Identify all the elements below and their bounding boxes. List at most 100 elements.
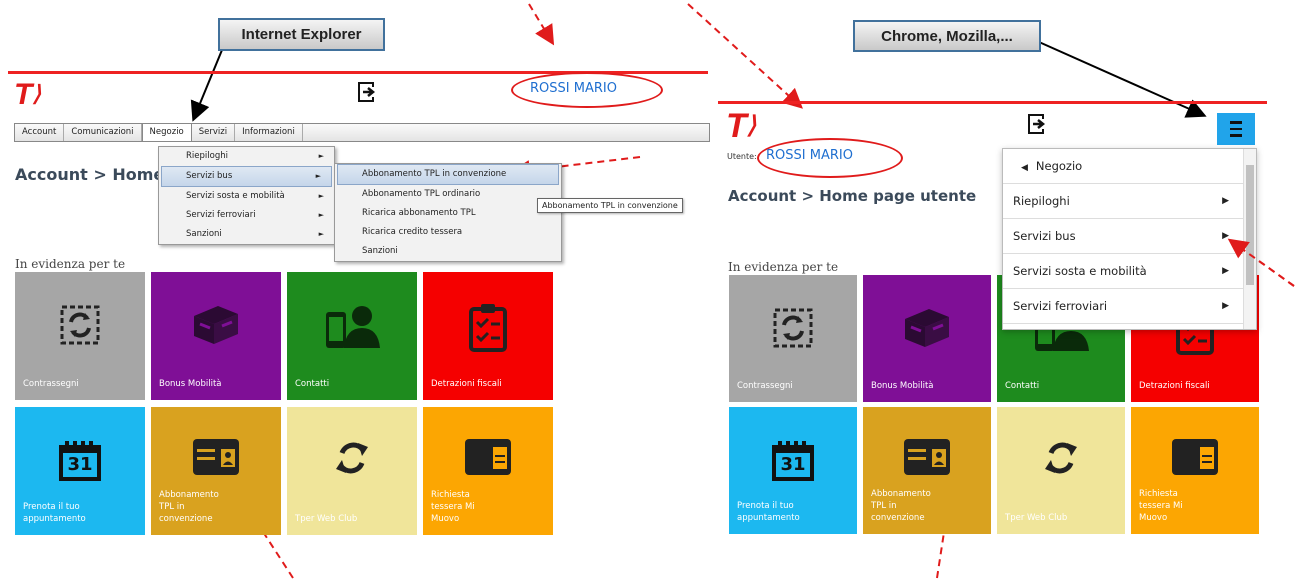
dropdown-label: Sanzioni bbox=[186, 229, 222, 239]
tile-tper-web-club[interactable]: Tper Web Club bbox=[287, 407, 417, 535]
tile-label: Contatti bbox=[295, 379, 330, 389]
tile-label: Tper Web Club bbox=[295, 514, 358, 524]
left-menubar: Account Comunicazioni Negozio Servizi In… bbox=[14, 123, 710, 142]
calendar-icon: 31 bbox=[57, 437, 103, 487]
logo-chevron: ⟩ bbox=[746, 112, 757, 139]
menu-scrollbar[interactable] bbox=[1243, 149, 1256, 329]
dropdown-label: Servizi ferroviari bbox=[186, 210, 256, 220]
nav-label: Servizi sosta e mobilità bbox=[1013, 264, 1147, 278]
tile-prenota-il-tuo-appuntamento[interactable]: 31 Prenota il tuo appuntamento bbox=[729, 407, 857, 534]
right-logo[interactable]: T⟩ bbox=[726, 107, 756, 146]
refresh-icon bbox=[332, 437, 372, 483]
tile-label: Abbonamento TPL in convenzione bbox=[871, 489, 931, 523]
dropdown-servizi-bus[interactable]: Servizi bus ► bbox=[161, 166, 332, 187]
hamburger-line bbox=[1230, 121, 1242, 124]
menu-servizi[interactable]: Servizi bbox=[192, 124, 236, 141]
chevron-right-icon: ▶ bbox=[1222, 196, 1229, 206]
right-breadcrumb: Account > Home page utente bbox=[728, 187, 977, 205]
hamburger-line bbox=[1230, 127, 1242, 131]
tile-bonus-mobilit[interactable]: Bonus Mobilità bbox=[863, 275, 991, 402]
tile-label: Richiesta tessera Mi Muovo bbox=[431, 490, 475, 524]
tile-prenota-il-tuo-appuntamento[interactable]: 31 Prenota il tuo appuntamento bbox=[15, 407, 145, 535]
servizi-bus-submenu: Abbonamento TPL in convenzione Abbonamen… bbox=[334, 163, 562, 262]
right-user-prefix: Utente: bbox=[727, 152, 757, 161]
chevron-right-icon: ► bbox=[315, 172, 321, 180]
id-card-icon bbox=[191, 437, 241, 481]
left-user-name[interactable]: ROSSI MARIO bbox=[530, 81, 617, 96]
mobile-nav-menu: ◀ Negozio Riepiloghi ▶ Servizi bus ▶ Serviz… bbox=[1002, 148, 1257, 330]
right-header-line bbox=[718, 101, 1267, 104]
dropdown-riepiloghi[interactable]: Riepiloghi ► bbox=[159, 147, 334, 166]
chevron-right-icon: ▶ bbox=[1222, 231, 1229, 241]
tile-label: Abbonamento TPL in convenzione bbox=[159, 490, 219, 524]
tile-abbonamento-tpl-in-convenzione[interactable]: Abbonamento TPL in convenzione bbox=[151, 407, 281, 535]
card-icon bbox=[1170, 437, 1220, 481]
submenu-sanzioni[interactable]: Sanzioni bbox=[335, 242, 561, 261]
right-section-title: In evidenza per te bbox=[728, 260, 839, 274]
nav-label: Riepiloghi bbox=[1013, 194, 1070, 208]
logo-chevron: ⟩ bbox=[32, 81, 41, 106]
dropdown-servizi-sosta[interactable]: Servizi sosta e mobilità ► bbox=[159, 187, 334, 206]
calendar-icon: 31 bbox=[770, 437, 816, 487]
menu-account[interactable]: Account bbox=[15, 124, 65, 141]
nav-riepiloghi[interactable]: Riepiloghi ▶ bbox=[1003, 184, 1243, 219]
nav-servizi-sosta[interactable]: Servizi sosta e mobilità ▶ bbox=[1003, 254, 1243, 289]
tile-richiesta-tessera-mi-muovo[interactable]: Richiesta tessera Mi Muovo bbox=[423, 407, 553, 535]
submenu-ricarica-credito[interactable]: Ricarica credito tessera bbox=[335, 223, 561, 242]
tile-label: Detrazioni fiscali bbox=[1139, 381, 1210, 391]
tile-label: Bonus Mobilità bbox=[871, 381, 934, 391]
calendar-day: 31 bbox=[780, 454, 806, 475]
clipboard-check-icon bbox=[468, 302, 508, 356]
dropdown-servizi-ferroviari[interactable]: Servizi ferroviari ► bbox=[159, 206, 334, 225]
negozio-dropdown: Riepiloghi ► Servizi bus ► Servizi sosta e… bbox=[158, 146, 335, 245]
calendar-day: 31 bbox=[67, 454, 93, 475]
recycle-icon bbox=[770, 305, 816, 355]
tile-tper-web-club[interactable]: Tper Web Club bbox=[997, 407, 1125, 534]
tile-contatti[interactable]: Contatti bbox=[287, 272, 417, 400]
tile-contrassegni[interactable]: Contrassegni bbox=[729, 275, 857, 402]
tile-label: Contrassegni bbox=[737, 381, 793, 391]
submenu-abbonamento-ordinario[interactable]: Abbonamento TPL ordinario bbox=[335, 185, 561, 204]
treasure-chest-icon bbox=[188, 302, 244, 352]
tile-bonus-mobilit[interactable]: Bonus Mobilità bbox=[151, 272, 281, 400]
tile-contrassegni[interactable]: Contrassegni bbox=[15, 272, 145, 400]
tile-label: Prenota il tuo appuntamento bbox=[737, 501, 800, 523]
dropdown-sanzioni[interactable]: Sanzioni ► bbox=[159, 225, 334, 244]
tile-label: Bonus Mobilità bbox=[159, 379, 222, 389]
tile-label: Contrassegni bbox=[23, 379, 79, 389]
tile-label: Richiesta tessera Mi Muovo bbox=[1139, 489, 1183, 523]
hamburger-menu-button[interactable] bbox=[1217, 113, 1255, 145]
menu-informazioni[interactable]: Informazioni bbox=[235, 124, 303, 141]
chevron-right-icon: ▶ bbox=[1222, 266, 1229, 276]
chevron-left-icon: ◀ bbox=[1021, 163, 1028, 173]
submenu-abbonamento-convenzione[interactable]: Abbonamento TPL in convenzione bbox=[337, 164, 559, 185]
nav-label: Servizi bus bbox=[1013, 229, 1076, 243]
treasure-chest-icon bbox=[899, 305, 955, 355]
tile-label: Detrazioni fiscali bbox=[431, 379, 502, 389]
chevron-right-icon: ▶ bbox=[1222, 301, 1229, 311]
tile-abbonamento-tpl-in-convenzione[interactable]: Abbonamento TPL in convenzione bbox=[863, 407, 991, 534]
chevron-right-icon: ► bbox=[318, 152, 324, 160]
tile-richiesta-tessera-mi-muovo[interactable]: Richiesta tessera Mi Muovo bbox=[1131, 407, 1259, 534]
left-logo[interactable]: T⟩ bbox=[14, 78, 41, 112]
nav-back-negozio[interactable]: ◀ Negozio bbox=[1003, 149, 1243, 184]
logout-icon[interactable] bbox=[1028, 114, 1048, 134]
chrome-mozilla-callout: Chrome, Mozilla,... bbox=[853, 20, 1041, 52]
dropdown-label: Servizi sosta e mobilità bbox=[186, 191, 285, 201]
tile-label: Prenota il tuo appuntamento bbox=[23, 502, 86, 524]
contact-phone-icon bbox=[322, 302, 382, 356]
nav-servizi-ferroviari[interactable]: Servizi ferroviari ▶ bbox=[1003, 289, 1243, 324]
logout-icon[interactable] bbox=[358, 82, 378, 102]
scrollbar-thumb[interactable] bbox=[1246, 165, 1254, 285]
nav-label: Negozio bbox=[1035, 159, 1083, 173]
tile-label: Tper Web Club bbox=[1005, 513, 1068, 523]
hamburger-line bbox=[1230, 134, 1242, 137]
internet-explorer-callout: Internet Explorer bbox=[218, 18, 385, 51]
tile-detrazioni-fiscali[interactable]: Detrazioni fiscali bbox=[423, 272, 553, 400]
right-user-name[interactable]: ROSSI MARIO bbox=[766, 148, 853, 163]
submenu-ricarica-abbonamento[interactable]: Ricarica abbonamento TPL bbox=[335, 204, 561, 223]
dropdown-label: Servizi bus bbox=[186, 171, 233, 181]
nav-servizi-bus[interactable]: Servizi bus ▶ bbox=[1003, 219, 1243, 254]
menu-comunicazioni[interactable]: Comunicazioni bbox=[64, 124, 142, 141]
menu-negozio[interactable]: Negozio bbox=[141, 124, 192, 141]
